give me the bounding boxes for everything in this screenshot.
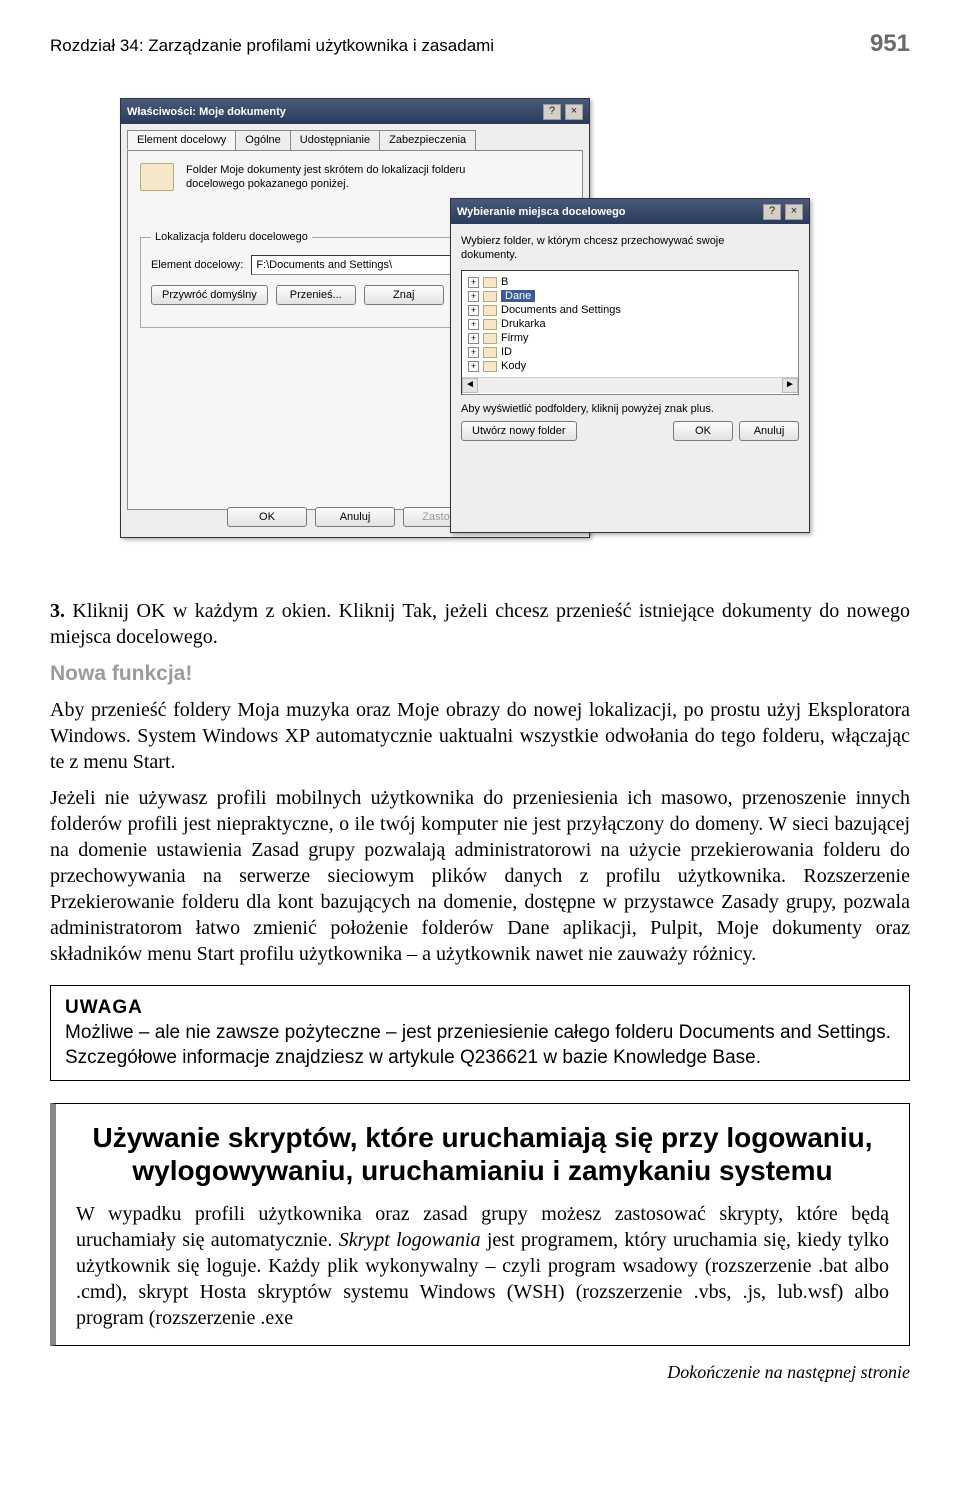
new-function-label: Nowa funkcja!	[50, 660, 910, 687]
sidebar-box: Używanie skryptów, które uruchamiają się…	[50, 1103, 910, 1345]
restore-default-button[interactable]: Przywróć domyślny	[151, 285, 268, 305]
sidebar-title: Używanie skryptów, które uruchamiają się…	[76, 1122, 889, 1186]
close-button[interactable]: ×	[785, 204, 803, 220]
target-label: Element docelowy:	[151, 259, 243, 271]
expand-icon[interactable]: +	[468, 305, 479, 316]
folder-icon	[483, 291, 497, 302]
folder-description: Folder Moje dokumenty jest skrótem do lo…	[186, 163, 465, 191]
folder-icon	[483, 319, 497, 330]
folder-icon	[483, 347, 497, 358]
note-text: Możliwe – ale nie zawsze pożyteczne – je…	[65, 1022, 891, 1068]
folder-icon	[483, 333, 497, 344]
sidebar-em: Skrypt logowania	[339, 1229, 481, 1251]
tree-item-label: Kody	[501, 360, 526, 372]
ok-button[interactable]: OK	[673, 421, 733, 441]
expand-icon[interactable]: +	[468, 291, 479, 302]
screenshot: Właściwości: Moje dokumenty ? × Element …	[120, 98, 840, 568]
folder-icon	[140, 163, 174, 191]
desc-line1: Folder Moje dokumenty jest skrótem do lo…	[186, 164, 465, 176]
tree-item[interactable]: + Kody	[468, 359, 794, 373]
tree-item-label: Drukarka	[501, 318, 546, 330]
tab-general[interactable]: Ogólne	[235, 130, 290, 150]
help-button[interactable]: ?	[543, 104, 561, 120]
instr-line1: Wybierz folder, w którym chcesz przechow…	[461, 235, 724, 247]
paragraph-2: Jeżeli nie używasz profili mobilnych uży…	[50, 785, 910, 967]
folder-icon	[483, 361, 497, 372]
folder-tree[interactable]: +B+Dane+Documents and Settings+Drukarka+…	[461, 270, 799, 395]
h-scrollbar[interactable]: ◄ ►	[462, 377, 798, 393]
group-legend: Lokalizacja folderu docelowego	[151, 231, 312, 243]
tree-item[interactable]: + ID	[468, 345, 794, 359]
folder-icon	[483, 305, 497, 316]
instr-line2: dokumenty.	[461, 249, 517, 261]
cancel-button[interactable]: Anuluj	[739, 421, 799, 441]
browse-dialog: Wybieranie miejsca docelowego ? × Wybier…	[450, 198, 810, 533]
tree-item-label: Documents and Settings	[501, 304, 621, 316]
help-button[interactable]: ?	[763, 204, 781, 220]
close-button[interactable]: ×	[565, 104, 583, 120]
body-text: 3. Kliknij OK w każdym z okien. Kliknij …	[50, 598, 910, 967]
sidebar-paragraph: W wypadku profili użytkownika oraz zasad…	[76, 1201, 889, 1331]
expand-icon[interactable]: +	[468, 347, 479, 358]
continued-label: Dokończenie na następnej stronie	[50, 1362, 910, 1383]
note-title: UWAGA	[65, 997, 143, 1018]
ok-button[interactable]: OK	[227, 507, 307, 527]
new-folder-button[interactable]: Utwórz nowy folder	[461, 421, 577, 441]
browse-title: Wybieranie miejsca docelowego	[457, 206, 759, 218]
tab-strip: Element docelowy Ogólne Udostępnianie Za…	[121, 124, 589, 150]
find-target-button[interactable]: Znaj	[364, 285, 444, 305]
browse-titlebar[interactable]: Wybieranie miejsca docelowego ? ×	[451, 199, 809, 224]
page-number: 951	[870, 30, 910, 58]
step-3: 3. Kliknij OK w każdym z okien. Kliknij …	[50, 598, 910, 650]
tree-item-label: ID	[501, 346, 512, 358]
scroll-left-icon[interactable]: ◄	[462, 378, 478, 393]
browse-instruction: Wybierz folder, w którym chcesz przechow…	[461, 234, 799, 262]
tab-target[interactable]: Element docelowy	[127, 130, 236, 150]
step-number: 3.	[50, 600, 65, 622]
tree-item-label: B	[501, 276, 508, 288]
tree-item[interactable]: + Drukarka	[468, 317, 794, 331]
move-button[interactable]: Przenieś...	[276, 285, 356, 305]
tree-item[interactable]: + Firmy	[468, 331, 794, 345]
tree-item[interactable]: +B	[468, 275, 794, 289]
paragraph-1: Aby przenieść foldery Moja muzyka oraz M…	[50, 697, 910, 775]
page-header: Rozdział 34: Zarządzanie profilami użytk…	[50, 30, 910, 58]
expand-icon[interactable]: +	[468, 333, 479, 344]
expand-icon[interactable]: +	[468, 361, 479, 372]
dialog-title: Właściwości: Moje dokumenty	[127, 106, 539, 118]
tree-item-label: Dane	[501, 290, 535, 302]
expand-icon[interactable]: +	[468, 277, 479, 288]
scroll-right-icon[interactable]: ►	[782, 378, 798, 393]
desc-line2: docelowego pokazanego poniżej.	[186, 178, 349, 190]
expand-icon[interactable]: +	[468, 319, 479, 330]
browse-hint: Aby wyświetlić podfoldery, kliknij powyż…	[461, 403, 799, 415]
tree-item-label: Firmy	[501, 332, 529, 344]
tree-item[interactable]: + Dane	[468, 289, 794, 303]
note-box: UWAGA Możliwe – ale nie zawsze pożyteczn…	[50, 985, 910, 1081]
tree-item[interactable]: + Documents and Settings	[468, 303, 794, 317]
step-text: Kliknij OK w każdym z okien. Kliknij Tak…	[50, 600, 910, 648]
titlebar[interactable]: Właściwości: Moje dokumenty ? ×	[121, 99, 589, 124]
chapter-title: Rozdział 34: Zarządzanie profilami użytk…	[50, 36, 494, 56]
cancel-button[interactable]: Anuluj	[315, 507, 395, 527]
tab-security[interactable]: Zabezpieczenia	[379, 130, 476, 150]
tab-sharing[interactable]: Udostępnianie	[290, 130, 380, 150]
folder-icon	[483, 277, 497, 288]
